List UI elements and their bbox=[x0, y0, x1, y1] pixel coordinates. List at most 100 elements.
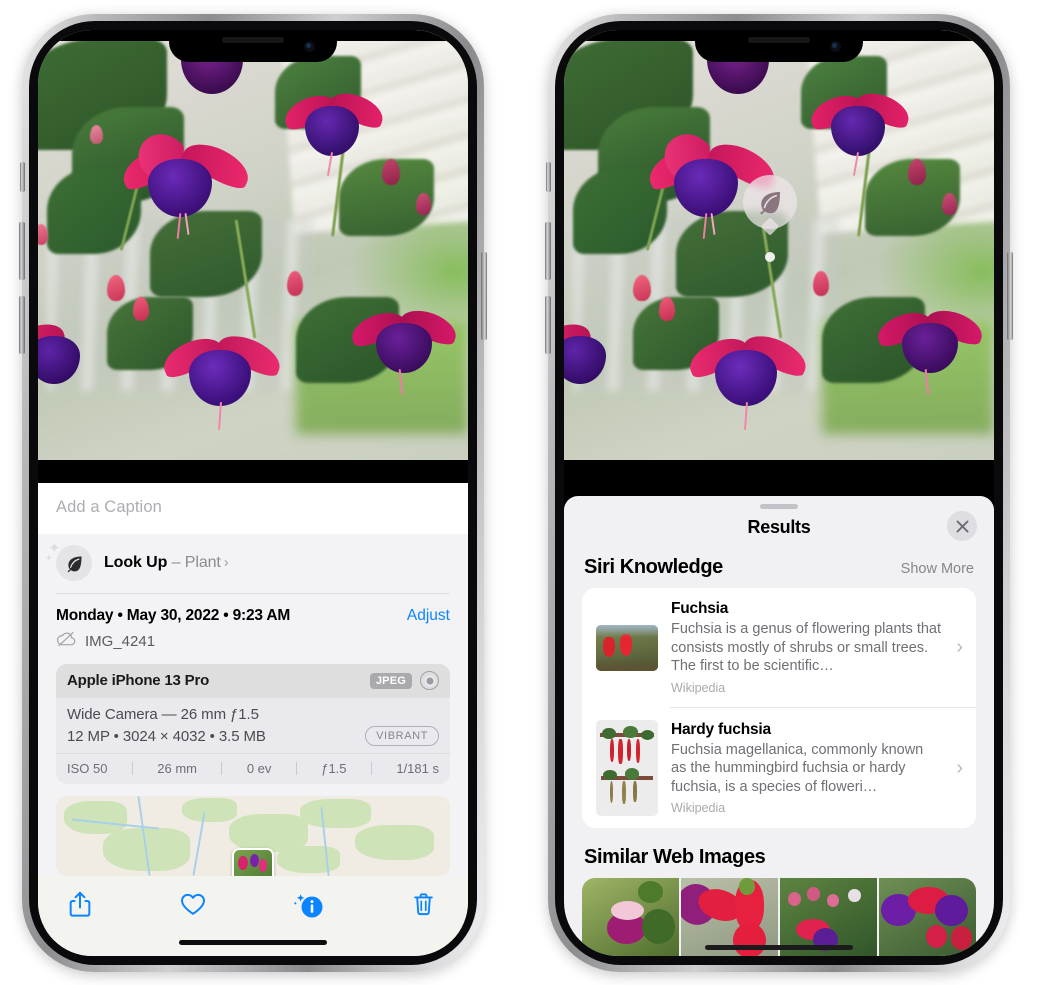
results-header: Results bbox=[564, 509, 994, 552]
spec-info: 12 MP • 3024 × 4032 • 3.5 MB bbox=[67, 727, 266, 745]
exif-divider bbox=[295, 762, 297, 775]
home-indicator-left[interactable] bbox=[179, 939, 327, 945]
map-photo-pin[interactable] bbox=[232, 848, 274, 876]
photo-bud bbox=[106, 275, 125, 302]
power-button-left[interactable] bbox=[481, 252, 487, 340]
metadata-card: Apple iPhone 13 Pro JPEG Wide Camera — 2… bbox=[56, 664, 450, 784]
heart-icon[interactable] bbox=[179, 890, 209, 920]
date-block: Monday • May 30, 2022 • 9:23 AM Adjust I… bbox=[38, 594, 468, 652]
photo-bud bbox=[942, 193, 958, 216]
adjust-button[interactable]: Adjust bbox=[407, 607, 450, 625]
photo-fuchsia-flower bbox=[38, 314, 108, 402]
knowledge-item-fuchsia[interactable]: Fuchsia Fuchsia is a genus of flowering … bbox=[582, 588, 976, 707]
map-green-area bbox=[182, 797, 238, 822]
look-up-label: Look Up – Plant › bbox=[104, 554, 229, 572]
photo-bud bbox=[658, 296, 675, 321]
power-button-right[interactable] bbox=[1007, 252, 1013, 340]
chevron-right-icon: › bbox=[956, 636, 963, 659]
photo-bud bbox=[416, 193, 432, 216]
photo-date: Monday • May 30, 2022 • 9:23 AM bbox=[56, 607, 291, 624]
exif-shutter: 1/181 s bbox=[396, 761, 439, 776]
volume-up-button-right[interactable] bbox=[545, 222, 551, 280]
screen-left: Add a Caption ✦ ✦ Look Up – Plant › Mond… bbox=[38, 30, 468, 956]
similar-web-images-title: Similar Web Images bbox=[584, 846, 766, 868]
silent-switch-left[interactable] bbox=[20, 162, 25, 192]
photo-bud bbox=[632, 275, 651, 302]
exif-divider bbox=[221, 762, 223, 775]
photo-filename: IMG_4241 bbox=[85, 633, 156, 650]
photo-viewer-right[interactable] bbox=[564, 30, 994, 460]
caption-placeholder: Add a Caption bbox=[56, 498, 162, 516]
photo-viewer-left[interactable] bbox=[38, 30, 468, 460]
exif-aperture: ƒ1.5 bbox=[321, 761, 347, 776]
home-indicator-area-right bbox=[564, 945, 994, 950]
knowledge-item-title: Hardy fuchsia bbox=[671, 720, 771, 738]
look-up-row[interactable]: ✦ ✦ Look Up – Plant › bbox=[38, 534, 468, 593]
photo-fuchsia-flower bbox=[157, 322, 289, 431]
cloud-slash-icon bbox=[56, 631, 77, 652]
knowledge-item-source: Wikipedia bbox=[671, 801, 726, 816]
look-up-separator: – bbox=[167, 554, 185, 571]
photo-fuchsia-flower bbox=[116, 124, 256, 239]
siri-knowledge-title: Siri Knowledge bbox=[584, 556, 723, 579]
screen-right: Results Siri Knowledge Show More Fuchsia… bbox=[564, 30, 994, 956]
screenshot-stage: Add a Caption ✦ ✦ Look Up – Plant › Mond… bbox=[0, 0, 1055, 985]
exif-divider bbox=[370, 762, 372, 775]
photographic-style-badge: VIBRANT bbox=[365, 726, 439, 746]
front-camera-icon bbox=[304, 41, 315, 52]
notch-left bbox=[169, 30, 337, 62]
photo-bud bbox=[908, 159, 926, 185]
knowledge-thumbnail bbox=[596, 720, 658, 816]
metadata-body: Wide Camera — 26 mm ƒ1.5 12 MP • 3024 × … bbox=[56, 698, 450, 753]
map-green-area bbox=[276, 845, 340, 873]
show-more-button[interactable]: Show More bbox=[901, 561, 974, 577]
chevron-right-icon: › bbox=[956, 756, 963, 779]
volume-down-button-left[interactable] bbox=[19, 296, 25, 354]
visual-look-up-results-sheet: Results Siri Knowledge Show More Fuchsia… bbox=[564, 496, 994, 956]
leaf-icon bbox=[56, 545, 92, 581]
exif-row: ISO 50 26 mm 0 ev ƒ1.5 1/181 s bbox=[56, 753, 450, 784]
photo-fuchsia-flower bbox=[564, 314, 634, 402]
photo-fuchsia-flower bbox=[873, 301, 988, 395]
volume-down-button-right[interactable] bbox=[545, 296, 551, 354]
silent-switch-right[interactable] bbox=[546, 162, 551, 192]
earpiece-speaker-icon bbox=[222, 37, 284, 43]
caption-field-row[interactable]: Add a Caption bbox=[38, 483, 468, 534]
photo-fuchsia-flower bbox=[280, 82, 389, 178]
iphone-device-left: Add a Caption ✦ ✦ Look Up – Plant › Mond… bbox=[19, 14, 487, 972]
info-sparkle-icon[interactable] bbox=[291, 890, 327, 920]
photo-fuchsia-flower bbox=[683, 322, 815, 431]
photo-fuchsia-flower bbox=[347, 301, 462, 395]
camera-lens-icon bbox=[420, 671, 439, 690]
photo-fuchsia-flower bbox=[806, 82, 915, 178]
sparkle-icon: ✦ bbox=[45, 553, 53, 563]
trash-icon[interactable] bbox=[410, 890, 440, 920]
knowledge-thumbnail bbox=[596, 624, 658, 671]
chevron-right-icon: › bbox=[223, 554, 229, 571]
knowledge-item-body: Fuchsia Fuchsia is a genus of flowering … bbox=[671, 600, 941, 695]
knowledge-item-hardy-fuchsia[interactable]: Hardy fuchsia Fuchsia magellanica, commo… bbox=[582, 708, 976, 828]
knowledge-item-source: Wikipedia bbox=[671, 681, 726, 695]
home-indicator-right[interactable] bbox=[705, 945, 853, 950]
siri-knowledge-header: Siri Knowledge Show More bbox=[564, 552, 994, 588]
look-up-kind: Plant bbox=[184, 554, 221, 571]
knowledge-item-description: Fuchsia is a genus of flowering plants t… bbox=[671, 621, 942, 675]
map-green-area bbox=[355, 824, 435, 860]
exif-divider bbox=[131, 762, 133, 775]
lens-info: Wide Camera — 26 mm ƒ1.5 bbox=[67, 706, 259, 723]
knowledge-item-body: Hardy fuchsia Fuchsia magellanica, commo… bbox=[671, 721, 941, 816]
volume-up-button-left[interactable] bbox=[19, 222, 25, 280]
visual-look-up-anchor-dot bbox=[765, 252, 775, 262]
look-up-icon-wrap: ✦ ✦ bbox=[45, 541, 92, 581]
share-icon[interactable] bbox=[66, 890, 96, 920]
knowledge-item-description: Fuchsia magellanica, commonly known as t… bbox=[671, 741, 924, 795]
format-badge: JPEG bbox=[369, 672, 412, 689]
siri-knowledge-card: Fuchsia Fuchsia is a genus of flowering … bbox=[582, 588, 976, 828]
visual-look-up-badge[interactable] bbox=[743, 175, 797, 236]
notch-right bbox=[695, 30, 863, 62]
iphone-device-right: Results Siri Knowledge Show More Fuchsia… bbox=[545, 14, 1013, 972]
results-title: Results bbox=[747, 517, 811, 538]
location-map[interactable] bbox=[56, 796, 450, 876]
exif-focal: 26 mm bbox=[157, 761, 198, 776]
metadata-header: Apple iPhone 13 Pro JPEG bbox=[56, 664, 450, 698]
